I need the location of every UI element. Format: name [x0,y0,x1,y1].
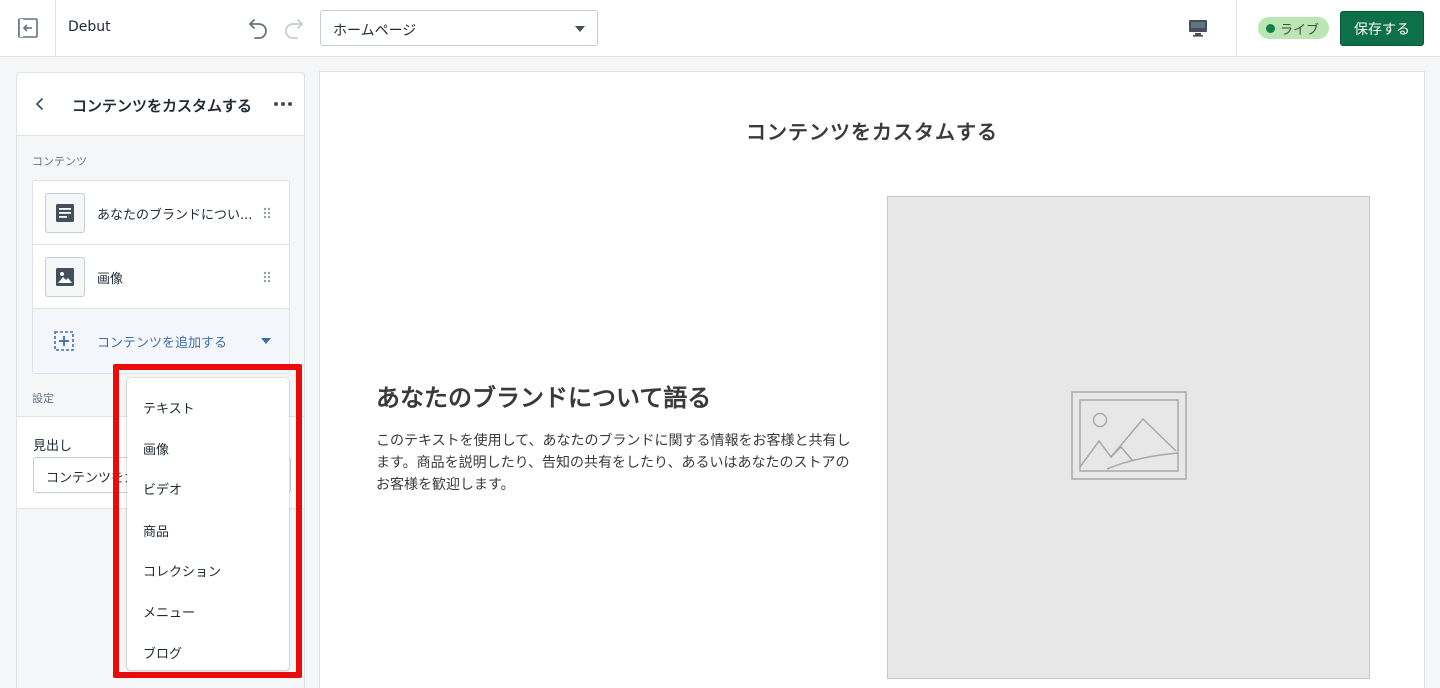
live-status-label: ライブ [1280,22,1320,38]
top-bar: Debut ホームページ ライブ 保存する [0,0,1440,57]
dropdown-item-image[interactable]: 画像 [143,439,169,458]
dropdown-item-blog[interactable]: ブログ [143,643,182,662]
undo-icon [249,19,267,39]
preview-text: このテキストを使用して、あなたのブランドに関する情報をお客様と共有します。商品を… [376,433,851,493]
block-label: 画像 [97,272,124,287]
page-select[interactable]: ホームページ [320,10,598,46]
sidebar-title: コンテンツをカスタムする [72,97,253,115]
settings-section-label: 設定 [32,392,54,405]
dropdown-item-video[interactable]: ビデオ [143,479,182,498]
save-button[interactable]: 保存する [1340,11,1424,46]
redo-icon [285,19,303,39]
image-placeholder [887,196,1370,679]
block-label: あなたのブランドについ... [97,208,253,223]
drag-handle-icon[interactable] [263,270,271,284]
image-placeholder-icon [1071,391,1187,480]
dropdown-item-menu[interactable]: メニュー [143,602,195,621]
caret-down-icon [261,338,271,344]
add-block-icon [54,331,74,351]
image-block-icon [56,268,74,286]
dropdown-item-product[interactable]: 商品 [143,521,169,540]
page-select-value: ホームページ [333,23,417,39]
sidebar-header: コンテンツをカスタムする [17,73,304,136]
more-actions-button[interactable] [271,93,295,115]
more-horizontal-icon [274,102,292,106]
exit-button[interactable] [0,0,56,56]
desktop-icon [1189,20,1207,37]
content-blocks-list: あなたのブランドについ... 画像 コンテンツを追加する [32,180,290,374]
redo-button[interactable] [280,14,308,42]
live-dot-icon [1266,23,1275,33]
preview-heading: コンテンツをカスタムする [746,120,998,144]
content-section-label: コンテンツ [32,155,87,168]
add-content-dropdown: テキスト 画像 ビデオ 商品 コレクション メニュー ブログ [127,378,289,670]
exit-icon [17,18,38,38]
drag-handle-icon[interactable] [263,206,271,220]
dropdown-item-collection[interactable]: コレクション [143,561,221,580]
device-preview-button[interactable] [1184,14,1212,42]
text-block-icon [56,204,74,222]
preview-subheading: あなたのブランドについて語る [376,384,712,412]
block-thumb [45,257,85,297]
block-item-text[interactable]: あなたのブランドについ... [33,181,289,245]
block-item-image[interactable]: 画像 [33,245,289,309]
store-preview: コンテンツをカスタムする あなたのブランドについて語る このテキストを使用して、… [319,71,1425,688]
block-thumb [45,193,85,233]
back-button[interactable] [29,93,51,115]
live-status-badge: ライブ [1258,17,1330,39]
undo-button[interactable] [244,14,272,42]
dropdown-item-text[interactable]: テキスト [143,398,195,417]
chevron-left-icon [36,98,43,110]
theme-name: Debut [68,19,111,35]
divider [1236,0,1237,56]
caret-down-icon [575,26,585,32]
add-content-label: コンテンツを追加する [97,336,228,351]
heading-field-label: 見出し [33,439,73,454]
